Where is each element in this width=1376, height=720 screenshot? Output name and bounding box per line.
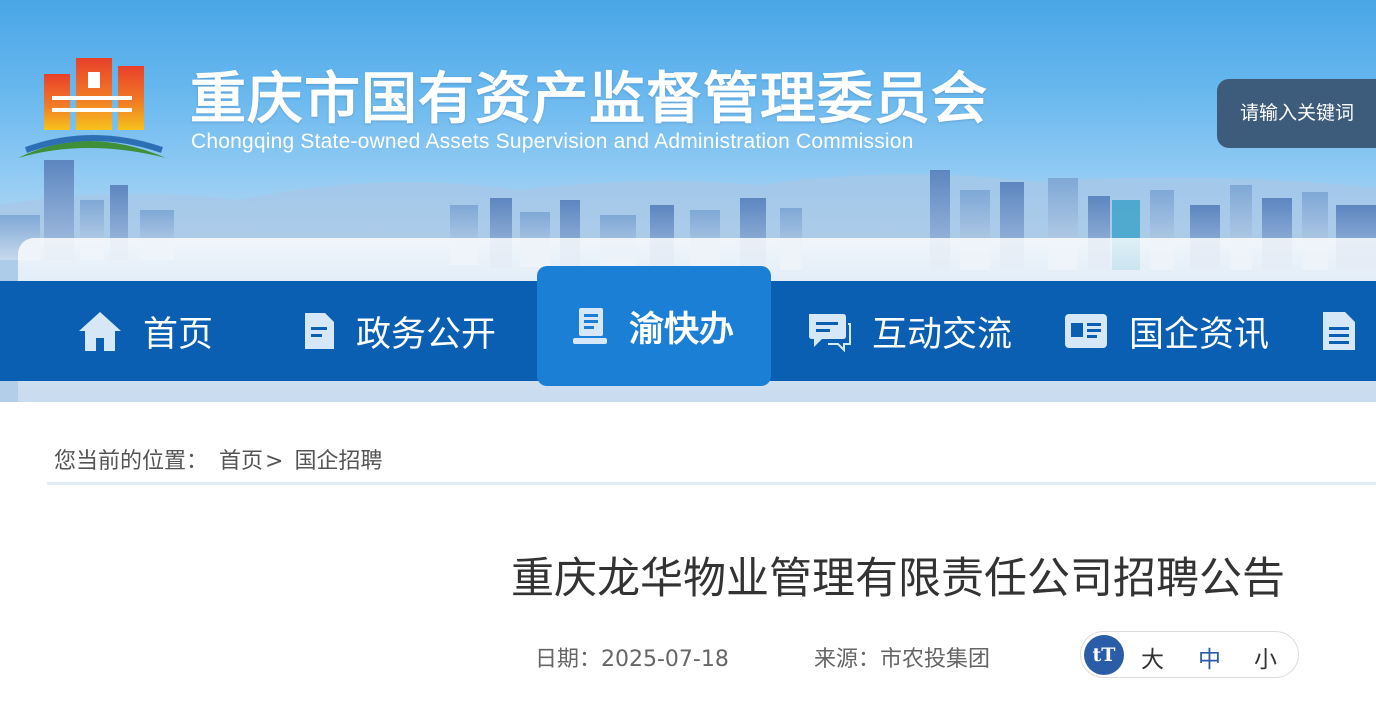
nav-item-more[interactable] <box>1321 281 1376 381</box>
nav-label-interaction: 互动交流 <box>872 314 1013 355</box>
book-stand-icon <box>573 308 607 344</box>
sasac-logo <box>18 58 166 158</box>
article-date: 日期：2025-07-18 <box>535 647 729 672</box>
breadcrumb-current-link[interactable]: 国企招聘 <box>294 449 382 474</box>
breadcrumb-divider <box>47 482 1376 485</box>
chat-icon <box>809 314 851 352</box>
breadcrumb: 您当前的位置： 首页> 国企招聘 <box>54 443 382 475</box>
site-subtitle: Chongqing State-owned Assets Supervision… <box>191 130 914 153</box>
nav-item-soe-news[interactable]: 国企资讯 <box>1063 281 1269 381</box>
nav-label-yukuaiban: 渝快办 <box>629 309 735 350</box>
breadcrumb-separator: > <box>265 449 284 474</box>
font-size-large-button[interactable]: 大 <box>1141 640 1164 674</box>
text-size-icon: tT <box>1084 635 1124 675</box>
main-nav: 首页 政务公开 渝快办 互动交流 国企资讯 <box>0 266 1376 386</box>
nav-item-home[interactable]: 首页 <box>77 281 213 381</box>
article-title: 重庆龙华物业管理有限责任公司招聘公告 <box>511 554 1285 604</box>
nav-label-home: 首页 <box>143 314 214 355</box>
home-icon <box>79 312 121 351</box>
breadcrumb-prefix: 您当前的位置： <box>54 449 209 474</box>
site-title: 重庆市国有资产监督管理委员会 <box>190 67 988 132</box>
nav-item-yukuaiban[interactable]: 渝快办 <box>537 266 771 386</box>
id-card-icon <box>1065 314 1107 348</box>
nav-label-soe-news: 国企资讯 <box>1129 314 1270 355</box>
document-icon <box>305 313 334 349</box>
breadcrumb-home-link[interactable]: 首页 <box>219 449 263 474</box>
font-size-small-button[interactable]: 小 <box>1254 640 1277 674</box>
nav-item-interaction[interactable]: 互动交流 <box>806 281 1012 381</box>
nav-label-government-affairs: 政务公开 <box>356 314 497 355</box>
nav-item-government-affairs[interactable]: 政务公开 <box>302 281 496 381</box>
font-size-medium-button[interactable]: 中 <box>1198 640 1221 674</box>
article-source: 来源：市农投集团 <box>814 647 991 672</box>
search-input[interactable]: 请输入关键词 <box>1217 79 1376 148</box>
font-size-control: tT 大 中 小 <box>1080 631 1299 678</box>
file-list-icon <box>1323 312 1355 350</box>
